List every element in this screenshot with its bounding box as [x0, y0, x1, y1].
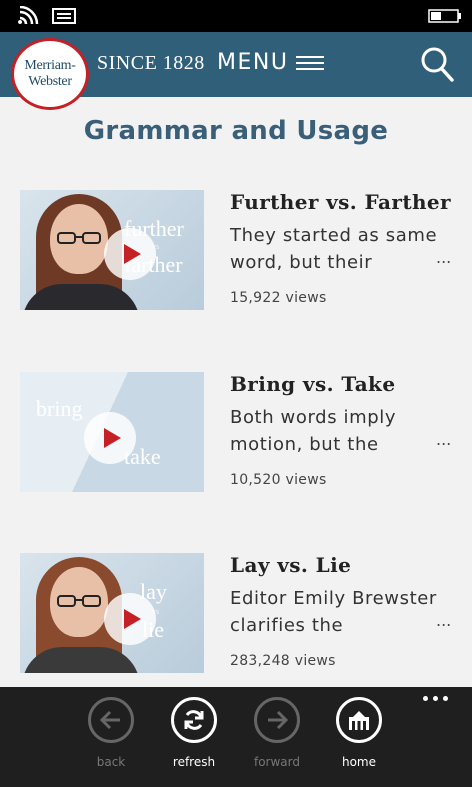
battery-icon [428, 9, 461, 23]
signal-icon [18, 6, 39, 25]
menu-button[interactable]: MENU [217, 50, 325, 75]
home-button[interactable]: home [319, 697, 399, 777]
video-description: Editor Emily Brewster clarifies the [230, 585, 450, 639]
forward-label: forward [253, 755, 300, 769]
description-line: They started as same [230, 225, 438, 246]
description-line: word, but their [230, 252, 373, 273]
back-button[interactable]: back [71, 697, 151, 777]
video-title[interactable]: Lay vs. Lie [230, 553, 351, 577]
menu-label: MENU [217, 50, 289, 75]
video-title[interactable]: Bring vs. Take [230, 372, 395, 396]
refresh-button[interactable]: refresh [154, 697, 234, 777]
arrow-left-icon [99, 710, 120, 730]
message-icon [52, 8, 76, 24]
forward-button[interactable]: forward [237, 697, 317, 777]
home-label: home [341, 755, 377, 769]
logo-text-line2: Webster [28, 74, 72, 89]
description-line: Both words imply [230, 407, 397, 428]
view-count: 15,922 views [230, 290, 327, 306]
video-description: They started as same word, but their [230, 222, 450, 276]
video-thumbnail[interactable]: lay vs lie [20, 553, 204, 673]
description-line: motion, but the [230, 434, 379, 455]
more-icon[interactable] [422, 696, 450, 704]
video-list-item[interactable]: further vs farther Further vs. Farther T… [0, 190, 472, 312]
video-thumbnail[interactable]: bring take [20, 372, 204, 492]
play-icon[interactable] [104, 228, 156, 280]
logo-text-line1: Merriam- [24, 58, 76, 73]
page-title: Grammar and Usage [83, 116, 389, 146]
description-line: Editor Emily Brewster [230, 588, 437, 609]
status-bar [0, 0, 472, 32]
arrow-right-icon [268, 710, 289, 730]
since-text: SINCE 1828 [97, 52, 205, 74]
video-description: Both words imply motion, but the [230, 404, 450, 458]
play-icon[interactable] [104, 593, 156, 645]
video-list-item[interactable]: bring take Bring vs. Take Both words imp… [0, 372, 472, 494]
home-icon [349, 711, 369, 730]
glasses-shape [57, 232, 101, 244]
refresh-label: refresh [172, 755, 216, 769]
video-thumbnail[interactable]: further vs farther [20, 190, 204, 310]
more-text-icon[interactable]: ... [436, 248, 451, 267]
refresh-icon [184, 710, 204, 730]
search-icon[interactable] [420, 46, 454, 82]
merriam-webster-logo[interactable]: Merriam- Webster [11, 38, 89, 110]
more-text-icon[interactable]: ... [436, 430, 451, 449]
back-label: back [96, 755, 126, 769]
more-text-icon[interactable]: ... [436, 611, 451, 630]
play-icon[interactable] [84, 412, 136, 464]
video-list-item[interactable]: lay vs lie Lay vs. Lie Editor Emily Brew… [0, 553, 472, 675]
app-bar: back refresh forward home [0, 687, 472, 787]
hamburger-icon [296, 55, 325, 71]
view-count: 10,520 views [230, 472, 327, 488]
glasses-shape [57, 595, 101, 607]
view-count: 283,248 views [230, 653, 336, 669]
description-line: clarifies the [230, 615, 344, 636]
video-title[interactable]: Further vs. Farther [230, 190, 451, 214]
thumb-word-top: bring [36, 396, 83, 421]
